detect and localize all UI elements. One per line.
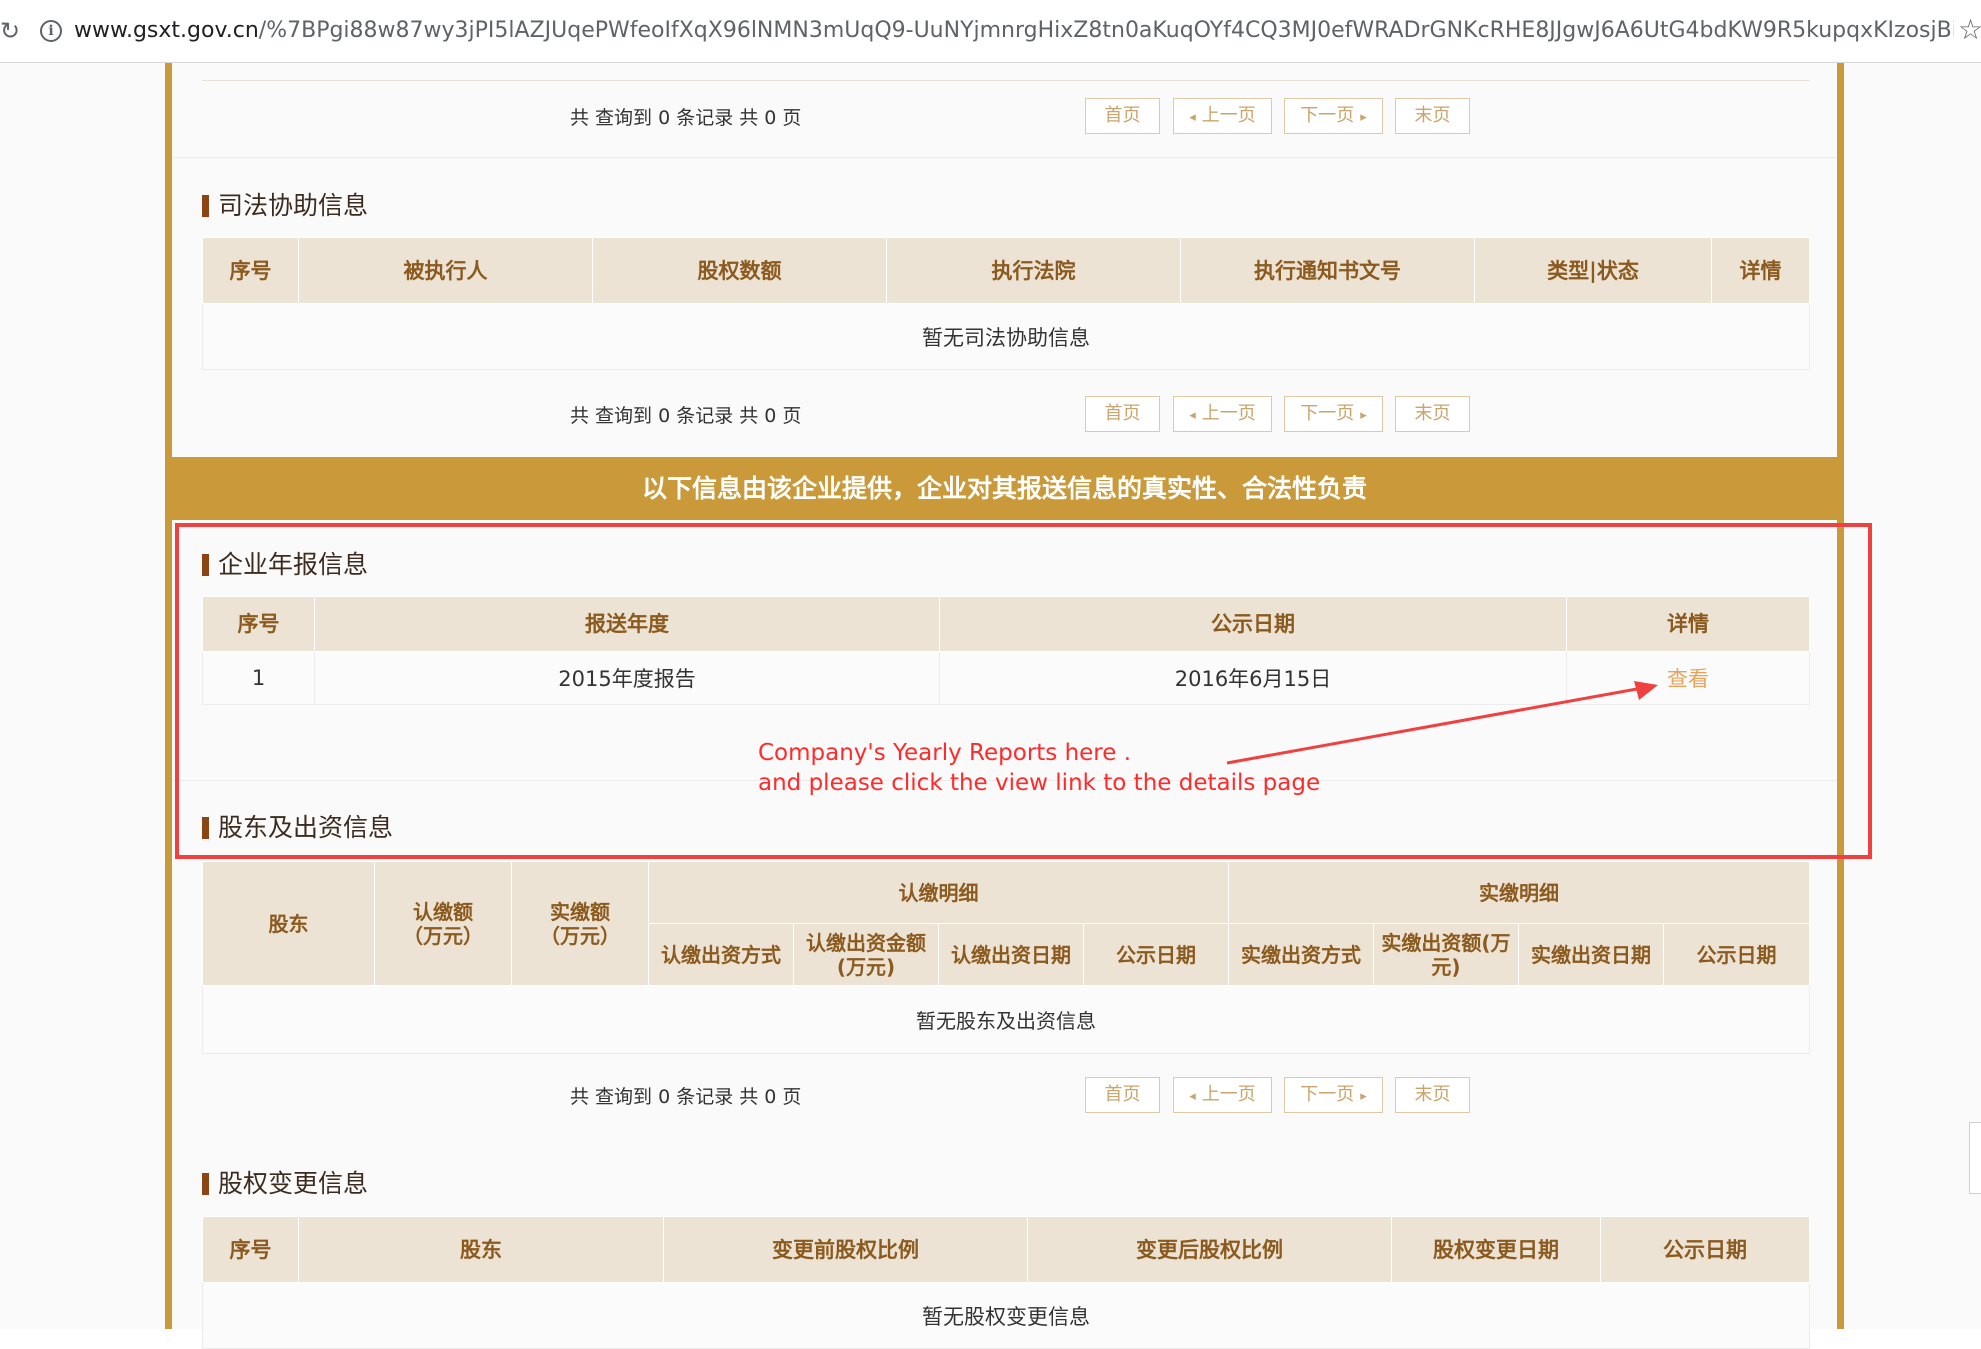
empty-row: 暂无股权变更信息: [202, 1282, 1810, 1349]
top-rule: [202, 80, 1810, 81]
left-gold-border: [165, 63, 172, 1329]
first-page-button[interactable]: 首页: [1085, 1077, 1160, 1113]
judicial-section-title: 司法协助信息: [202, 188, 368, 224]
last-page-button[interactable]: 末页: [1395, 98, 1470, 134]
empty-message: 暂无股东及出资信息: [202, 985, 1810, 1054]
column-header: 股权数额: [592, 237, 887, 304]
next-page-button[interactable]: 下一页: [1284, 1077, 1383, 1113]
column-header: 公示日期: [1600, 1216, 1810, 1283]
first-page-button[interactable]: 首页: [1085, 396, 1160, 432]
next-page-button[interactable]: 下一页: [1284, 396, 1383, 432]
column-header: 实缴额（万元）: [511, 861, 649, 986]
url-path: /%7BPgi88w87wy3jPI5lAZJUqePWfeoIfXqX96lN…: [258, 18, 1954, 43]
column-header: 股权变更日期: [1391, 1216, 1601, 1283]
column-header: 详情: [1711, 237, 1810, 304]
column-header: 变更后股权比例: [1027, 1216, 1392, 1283]
last-page-button[interactable]: 末页: [1395, 1077, 1470, 1113]
next-page-label: 下一页: [1300, 403, 1355, 424]
pager-info: 共 查询到 0 条记录 共 0 页: [570, 405, 802, 427]
annotation-text: Company's Yearly Reports here . and plea…: [758, 738, 1321, 798]
section-divider: [172, 157, 1837, 158]
reload-icon[interactable]: ↻: [0, 18, 20, 44]
prev-page-button[interactable]: 上一页: [1173, 1077, 1272, 1113]
column-header: 股东: [298, 1216, 664, 1283]
equity-change-section-title: 股权变更信息: [202, 1166, 368, 1202]
column-header: 执行通知书文号: [1180, 237, 1475, 304]
column-header: 实缴出资日期: [1518, 923, 1664, 986]
equity-change-table: 序号 股东 变更前股权比例 变更后股权比例 股权变更日期 公示日期 暂无股权变更…: [202, 1216, 1810, 1349]
column-header: 股东: [202, 861, 375, 986]
empty-message: 暂无股权变更信息: [202, 1282, 1810, 1349]
empty-message: 暂无司法协助信息: [202, 303, 1810, 370]
next-page-label: 下一页: [1300, 105, 1355, 126]
prev-page-label: 上一页: [1201, 403, 1256, 424]
annotation-line-1: Company's Yearly Reports here .: [758, 740, 1132, 766]
table-header-row: 序号 股东 变更前股权比例 变更后股权比例 股权变更日期 公示日期: [202, 1216, 1810, 1283]
column-header: 被执行人: [298, 237, 593, 304]
side-tab[interactable]: [1969, 1122, 1981, 1194]
next-page-button[interactable]: 下一页: [1284, 98, 1383, 134]
column-header: 实缴明细: [1228, 861, 1810, 924]
table-header-row: 股东 认缴额（万元） 实缴额（万元） 认缴明细 实缴明细: [202, 861, 1810, 986]
judicial-table: 序号 被执行人 股权数额 执行法院 执行通知书文号 类型|状态 详情 暂无司法协…: [202, 237, 1810, 370]
column-header: 类型|状态: [1474, 237, 1712, 304]
column-header: 认缴额（万元）: [374, 861, 512, 986]
column-header: 变更前股权比例: [663, 1216, 1028, 1283]
address-bar[interactable]: ↻ i www.gsxt.gov.cn/%7BPgi88w87wy3jPI5lA…: [0, 0, 1981, 63]
pager-info: 共 查询到 0 条记录 共 0 页: [570, 1086, 802, 1108]
shareholders-table: 股东 认缴额（万元） 实缴额（万元） 认缴明细 实缴明细 认缴出资方式 认缴出资…: [202, 861, 1810, 1054]
column-header: 序号: [202, 237, 299, 304]
last-page-button[interactable]: 末页: [1395, 396, 1470, 432]
url-text[interactable]: www.gsxt.gov.cn/%7BPgi88w87wy3jPI5lAZJUq…: [74, 16, 1954, 46]
url-host: www.gsxt.gov.cn: [74, 18, 259, 43]
prev-page-button[interactable]: 上一页: [1173, 396, 1272, 432]
annotation-line-2: and please click the view link to the de…: [758, 770, 1321, 796]
pager-info: 共 查询到 0 条记录 共 0 页: [570, 107, 802, 129]
notice-banner: 以下信息由该企业提供，企业对其报送信息的真实性、合法性负责: [172, 457, 1837, 520]
column-header: 执行法院: [886, 237, 1181, 304]
prev-page-label: 上一页: [1201, 1084, 1256, 1105]
empty-row: 暂无司法协助信息: [202, 303, 1810, 370]
next-page-label: 下一页: [1300, 1084, 1355, 1105]
star-icon[interactable]: ☆: [1958, 14, 1981, 46]
column-header: 序号: [202, 1216, 299, 1283]
empty-row: 暂无股东及出资信息: [202, 985, 1810, 1054]
arrow-head: [1634, 681, 1658, 700]
column-header: 认缴出资日期: [938, 923, 1084, 986]
column-header: 认缴明细: [648, 861, 1229, 924]
column-header: 认缴出资金额(万元): [793, 923, 939, 986]
prev-page-label: 上一页: [1201, 105, 1256, 126]
info-icon[interactable]: i: [40, 20, 62, 42]
column-header: 认缴出资方式: [648, 923, 794, 986]
prev-page-button[interactable]: 上一页: [1173, 98, 1272, 134]
table-header-row: 序号 被执行人 股权数额 执行法院 执行通知书文号 类型|状态 详情: [202, 237, 1810, 304]
column-header: 公示日期: [1083, 923, 1229, 986]
column-header: 实缴出资额(万元): [1373, 923, 1519, 986]
column-header: 公示日期: [1663, 923, 1810, 986]
first-page-button[interactable]: 首页: [1085, 98, 1160, 134]
column-header: 实缴出资方式: [1228, 923, 1374, 986]
